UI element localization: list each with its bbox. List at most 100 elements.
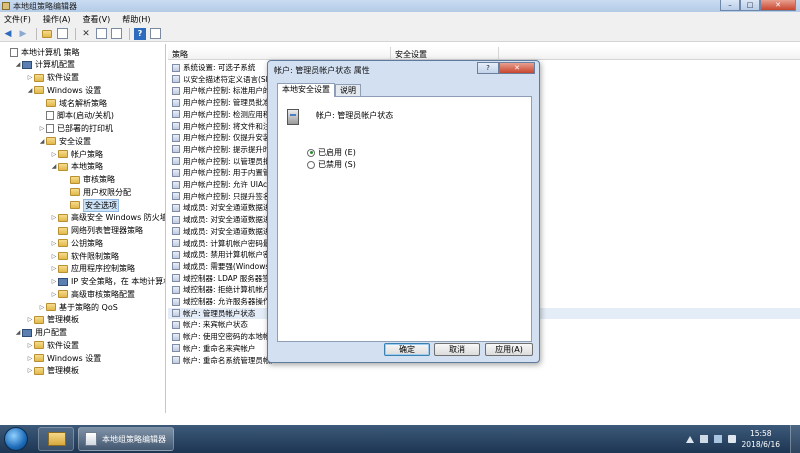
expand-toggle-icon[interactable]: ▷: [50, 265, 58, 272]
expand-toggle-icon[interactable]: ▷: [26, 367, 34, 374]
show-hidden-icons-icon[interactable]: [685, 435, 694, 443]
tree-item[interactable]: ▷ 公钥策略: [50, 237, 103, 249]
tree-item[interactable]: 安全选项: [62, 198, 119, 212]
tree-item[interactable]: 域名解析策略: [38, 97, 107, 109]
taskbar-gpedit[interactable]: 本地组策略编辑器: [78, 427, 174, 451]
expand-toggle-icon[interactable]: ▷: [50, 278, 58, 285]
menu-view[interactable]: 查看(V): [83, 14, 111, 25]
tree-item[interactable]: ▷ 基于策略的 QoS: [38, 301, 118, 313]
flag-icon[interactable]: [699, 435, 708, 443]
radio-dot[interactable]: [307, 160, 315, 169]
clock[interactable]: 15:58 2018/6/16: [742, 428, 780, 450]
back-arrow-icon[interactable]: ◀: [2, 28, 14, 40]
window-controls: – □ ✕: [720, 0, 796, 11]
expand-toggle-icon[interactable]: ▷: [26, 74, 34, 81]
expand-toggle-icon[interactable]: ▷: [26, 355, 34, 362]
delete-icon[interactable]: ✕: [80, 28, 92, 40]
tree-item[interactable]: ◢ 计算机配置: [14, 59, 75, 71]
export-list-icon[interactable]: [110, 28, 122, 40]
menu-help[interactable]: 帮助(H): [122, 14, 150, 25]
tree-item[interactable]: ▷ 管理模板: [26, 314, 79, 326]
enabled-radio[interactable]: 已启用 (E): [307, 147, 356, 158]
tree-item[interactable]: ▷ 软件限制策略: [50, 250, 119, 262]
column-divider[interactable]: [498, 47, 499, 60]
tree-item[interactable]: ▷ 管理模板: [26, 365, 79, 377]
dialog-close-button[interactable]: ✕: [499, 62, 535, 74]
show-desktop-button[interactable]: [790, 425, 800, 453]
expand-toggle-icon[interactable]: ◢: [14, 61, 22, 68]
expand-toggle-icon[interactable]: ▷: [38, 125, 46, 132]
tree-item[interactable]: 网络列表管理器策略: [50, 225, 143, 237]
clock-time: 15:58: [749, 429, 772, 438]
tree-item[interactable]: ◢ 用户配置: [14, 327, 67, 339]
start-button[interactable]: [4, 427, 28, 451]
column-divider[interactable]: [390, 47, 391, 60]
tree-item[interactable]: ◢ 安全设置: [38, 135, 91, 147]
expand-toggle-icon[interactable]: ◢: [14, 329, 22, 336]
col-setting-header[interactable]: 安全设置: [395, 49, 427, 60]
show-hide-tree-icon[interactable]: [56, 28, 68, 40]
expand-toggle-icon[interactable]: ▷: [50, 253, 58, 260]
tree-item[interactable]: 脚本(启动/关机): [38, 110, 114, 122]
volume-icon[interactable]: [727, 435, 736, 443]
dialog-help-button[interactable]: ?: [477, 62, 499, 74]
folder-icon: [34, 341, 44, 350]
forward-arrow-icon[interactable]: ▶: [17, 28, 29, 40]
folder-icon: [58, 290, 68, 299]
up-folder-icon[interactable]: [41, 28, 53, 40]
enabled-label[interactable]: 已启用 (E): [318, 147, 356, 158]
policy-setting-icon: [172, 122, 180, 130]
tree-item[interactable]: ◢ Windows 设置: [26, 84, 102, 96]
folder-icon: [34, 315, 44, 324]
tree-item[interactable]: ▷ 帐户策略: [50, 148, 103, 160]
close-button[interactable]: ✕: [760, 0, 796, 11]
policy-setting-icon: [172, 309, 180, 318]
tree-item-label: 高级审核策略配置: [71, 289, 135, 299]
help-icon[interactable]: ?: [134, 27, 146, 40]
menu-file[interactable]: 文件(F): [4, 14, 31, 25]
tree-item[interactable]: ▷ 应用程序控制策略: [50, 263, 135, 275]
tree-item[interactable]: ▷ 高级安全 Windows 防火墙: [50, 212, 165, 224]
disabled-label[interactable]: 已禁用 (S): [318, 159, 356, 170]
expand-toggle-icon[interactable]: ◢: [38, 138, 46, 145]
menu-action[interactable]: 操作(A): [43, 14, 71, 25]
apply-button[interactable]: 应用(A): [485, 343, 533, 356]
tree-item[interactable]: 用户权限分配: [62, 186, 131, 198]
tree-item[interactable]: ▷ 已部署的打印机: [38, 123, 113, 135]
expand-toggle-icon[interactable]: ▷: [50, 240, 58, 247]
properties-icon[interactable]: [95, 28, 107, 40]
tree-item-label: 应用程序控制策略: [71, 264, 135, 274]
radio-dot[interactable]: [307, 148, 315, 157]
tree-item[interactable]: ▷ Windows 设置: [26, 352, 102, 364]
cancel-button[interactable]: 取消: [434, 343, 480, 356]
tree-item[interactable]: ◢ 本地策略: [50, 161, 103, 173]
document-icon: [46, 124, 54, 133]
network-icon[interactable]: [713, 435, 722, 443]
expand-toggle-icon[interactable]: ▷: [50, 214, 58, 221]
minimize-button[interactable]: –: [720, 0, 740, 11]
expand-toggle-icon[interactable]: ▷: [26, 316, 34, 323]
expand-toggle-icon[interactable]: ▷: [50, 151, 58, 158]
gpedit-icon: [85, 432, 97, 446]
navigation-tree[interactable]: 本地计算机 策略 ◢ 计算机配置 ▷ 软件设置 ◢ Windows 设置 域名解析策略 脚本(启…: [0, 44, 166, 413]
tree-item[interactable]: ▷ 软件设置: [26, 339, 79, 351]
tree-item[interactable]: ▷ 软件设置: [26, 72, 79, 84]
window-titlebar[interactable]: 本地组策略编辑器 – □ ✕: [0, 0, 800, 12]
expand-toggle-icon[interactable]: ◢: [50, 163, 58, 170]
maximize-button[interactable]: □: [740, 0, 760, 11]
tree-item[interactable]: ▷ 高级审核策略配置: [50, 288, 135, 300]
filter-icon[interactable]: [149, 28, 161, 40]
expand-toggle-icon[interactable]: ▷: [38, 304, 46, 311]
dialog-tabs: 本地安全设置 说明: [277, 83, 361, 97]
expand-toggle-icon[interactable]: ▷: [26, 342, 34, 349]
taskbar-explorer[interactable]: [38, 427, 74, 451]
tree-item[interactable]: ▷ IP 安全策略，在 本地计算机: [50, 276, 165, 288]
tree-item[interactable]: 本地计算机 策略: [2, 46, 80, 58]
disabled-radio[interactable]: 已禁用 (S): [307, 159, 356, 170]
tab-local-security-setting[interactable]: 本地安全设置: [277, 83, 335, 97]
tree-item[interactable]: 审核策略: [62, 174, 115, 186]
expand-toggle-icon[interactable]: ▷: [50, 291, 58, 298]
col-policy-header[interactable]: 策略: [172, 49, 188, 60]
expand-toggle-icon[interactable]: ◢: [26, 87, 34, 94]
ok-button[interactable]: 确定: [384, 343, 430, 356]
